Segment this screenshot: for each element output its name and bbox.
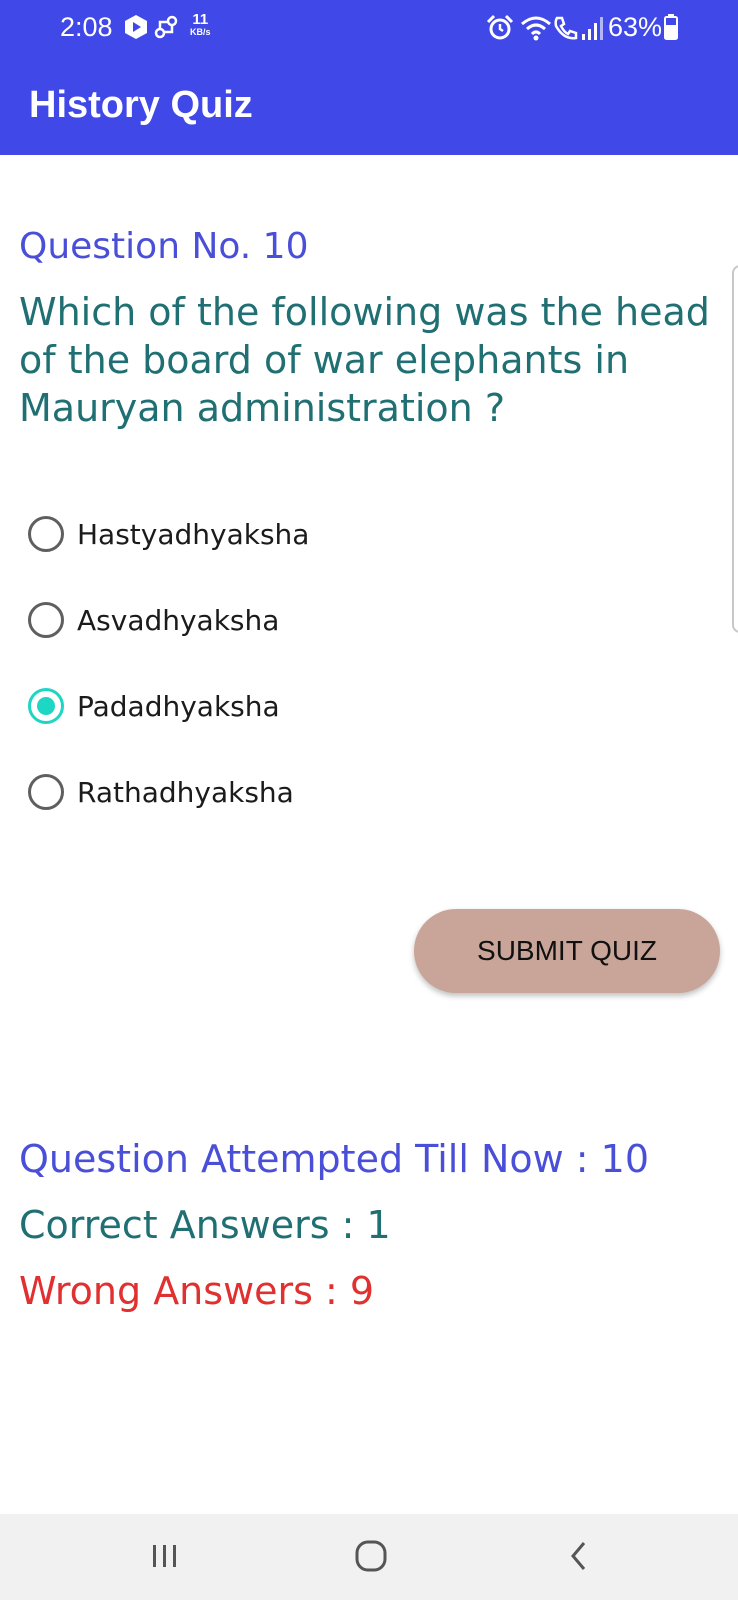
battery-icon [664, 14, 678, 40]
option-label: Hastyadhyaksha [77, 517, 310, 551]
battery-percent: 63% [608, 12, 663, 42]
option-label: Rathadhyaksha [77, 775, 294, 809]
net-speed-unit: KB/s [190, 27, 211, 37]
back-icon[interactable] [562, 1536, 596, 1576]
attempted-count: Question Attempted Till Now : 10 [19, 1137, 650, 1181]
signal-icon [582, 17, 603, 40]
radio-button-selected[interactable] [28, 688, 64, 724]
app-title: History Quiz [29, 84, 253, 126]
option-padadhyaksha[interactable]: Padadhyaksha [28, 686, 428, 726]
wifi-icon [521, 16, 551, 41]
status-time: 2:08 [60, 12, 113, 42]
alarm-icon [486, 14, 514, 40]
option-label: Padadhyaksha [77, 689, 280, 723]
question-number: Question No. 10 [19, 226, 309, 267]
status-bar: 2:08 11 KB/s 63% [0, 0, 738, 58]
navigation-bar [0, 1514, 738, 1600]
wifi-call-icon [554, 16, 578, 40]
option-asvadhyaksha[interactable]: Asvadhyaksha [28, 600, 428, 640]
correct-count: Correct Answers : 1 [19, 1203, 391, 1247]
scroll-indicator [732, 265, 738, 633]
home-icon[interactable] [351, 1536, 391, 1576]
radio-button[interactable] [28, 774, 64, 810]
play-icon [125, 15, 147, 39]
net-speed: 11 KB/s [190, 12, 211, 39]
question-text: Which of the following was the head of t… [19, 290, 710, 430]
option-hastyadhyaksha[interactable]: Hastyadhyaksha [28, 514, 428, 554]
radio-button[interactable] [28, 602, 64, 638]
link-icon [154, 15, 178, 39]
app-header: 2:08 11 KB/s 63% History Quiz [0, 0, 738, 155]
recent-apps-icon[interactable] [148, 1536, 182, 1576]
option-label: Asvadhyaksha [77, 603, 280, 637]
submit-quiz-button[interactable]: SUBMIT QUIZ [414, 909, 720, 993]
radio-button[interactable] [28, 516, 64, 552]
option-rathadhyaksha[interactable]: Rathadhyaksha [28, 772, 428, 812]
wrong-count: Wrong Answers : 9 [19, 1269, 375, 1313]
